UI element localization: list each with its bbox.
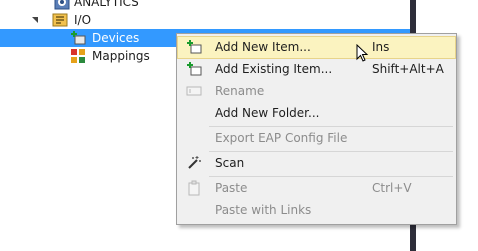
menu-item-label: Paste with Links <box>215 203 312 217</box>
menu-item-label: Add New Item... <box>215 40 311 54</box>
menu-item-add-new-folder[interactable]: Add New Folder... <box>178 102 455 124</box>
tree-node-label: Devices <box>92 31 140 45</box>
menu-item-label: Rename <box>215 84 265 98</box>
menu-item-label: Paste <box>215 181 248 195</box>
menu-item-label: Export EAP Config File <box>215 131 348 145</box>
menu-item-rename[interactable]: Rename <box>178 80 455 102</box>
menu-item-label: Add Existing Item... <box>215 62 333 76</box>
menu-item-paste[interactable]: Paste Ctrl+V <box>178 177 455 199</box>
add-new-item-icon <box>186 39 202 55</box>
menu-item-scan[interactable]: Scan <box>178 152 455 174</box>
devices-icon <box>70 30 86 46</box>
analytics-icon <box>54 0 70 10</box>
expanded-arrow-icon[interactable] <box>32 17 38 23</box>
magic-wand-icon <box>186 155 202 171</box>
io-folder-icon <box>52 12 68 28</box>
mouse-pointer-icon <box>356 43 370 64</box>
menu-item-label: Scan <box>215 156 245 170</box>
tree-node-mappings[interactable]: Mappings <box>70 47 190 65</box>
tree-node-label: ANALYTICS <box>74 0 139 9</box>
rename-icon <box>186 83 202 99</box>
tree-node-label: Mappings <box>92 49 150 63</box>
tree-node-io[interactable]: I/O <box>30 11 150 29</box>
context-menu: Add New Item... Ins Add Existing Item...… <box>176 33 457 225</box>
paste-icon <box>186 180 202 196</box>
add-existing-item-icon <box>186 61 202 77</box>
menu-item-add-new-item[interactable]: Add New Item... Ins <box>177 36 456 59</box>
menu-item-label: Add New Folder... <box>215 106 320 120</box>
menu-item-paste-with-links[interactable]: Paste with Links <box>178 199 455 221</box>
menu-item-export-eap-config-file[interactable]: Export EAP Config File <box>178 127 455 149</box>
menu-item-shortcut: Shift+Alt+A <box>372 62 444 76</box>
tree-node-analytics[interactable]: ANALYTICS <box>50 0 170 11</box>
menu-item-shortcut: Ctrl+V <box>372 181 412 195</box>
menu-item-shortcut: Ins <box>372 40 390 54</box>
tree-node-label: I/O <box>74 13 92 27</box>
mappings-icon <box>70 48 86 64</box>
menu-item-add-existing-item[interactable]: Add Existing Item... Shift+Alt+A <box>178 58 455 80</box>
